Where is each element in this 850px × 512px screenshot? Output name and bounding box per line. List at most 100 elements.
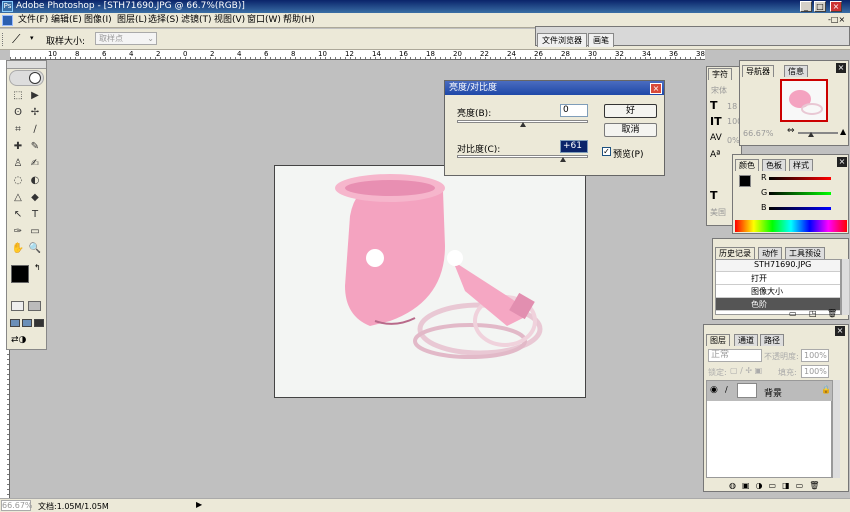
tab-info[interactable]: 信息 bbox=[784, 65, 808, 77]
navigator-zoom-slider[interactable] bbox=[798, 132, 838, 134]
tab-color[interactable]: 颜色 bbox=[735, 159, 759, 171]
font-family-value[interactable]: 宋体 bbox=[711, 85, 727, 96]
move-tool-icon[interactable]: ▶ bbox=[27, 89, 43, 102]
slice-tool-icon[interactable]: ∕ bbox=[27, 123, 43, 136]
tab-history[interactable]: 历史记录 bbox=[715, 247, 755, 259]
history-item-levels[interactable]: 色阶 bbox=[716, 298, 840, 311]
layer-visibility-eye-icon[interactable]: ◉ bbox=[710, 385, 718, 395]
history-snapshot[interactable]: STH71690.JPG bbox=[716, 260, 840, 272]
contrast-slider-thumb[interactable] bbox=[560, 157, 566, 162]
foreground-color-swatch[interactable] bbox=[11, 265, 29, 283]
close-button[interactable]: × bbox=[830, 1, 842, 12]
toolbox-grip[interactable] bbox=[7, 61, 46, 69]
marquee-tool-icon[interactable]: ⬚ bbox=[10, 89, 26, 102]
menu-file[interactable]: 文件(F) bbox=[15, 14, 51, 27]
eraser-tool-icon[interactable]: ◌ bbox=[10, 174, 26, 187]
color-fg-swatch[interactable] bbox=[739, 175, 751, 187]
blue-slider[interactable] bbox=[769, 207, 831, 210]
tab-brushes[interactable]: 画笔 bbox=[588, 33, 614, 47]
language-value[interactable]: 美国 bbox=[710, 207, 726, 218]
tab-tool-presets[interactable]: 工具预设 bbox=[785, 247, 825, 259]
type-tool-icon[interactable]: T bbox=[27, 208, 43, 221]
zoom-out-icon[interactable]: ⇔ bbox=[787, 126, 795, 136]
dialog-close-icon[interactable]: × bbox=[650, 83, 662, 94]
clone-stamp-icon[interactable]: ♙ bbox=[10, 157, 26, 170]
contrast-input[interactable]: +61 bbox=[560, 140, 588, 153]
red-slider[interactable] bbox=[769, 177, 831, 180]
navigator-close-icon[interactable]: × bbox=[836, 63, 846, 73]
brush-tool-icon[interactable]: ✎ bbox=[27, 140, 43, 153]
lock-icons[interactable]: ▢ ∕ ✢ ▣ bbox=[730, 366, 762, 375]
jump-to-imageready-icon[interactable]: ⇄◑ bbox=[11, 335, 41, 346]
menu-help[interactable]: 帮助(H) bbox=[280, 14, 318, 27]
screen-mode-standard-icon[interactable] bbox=[10, 319, 20, 327]
brightness-slider-thumb[interactable] bbox=[520, 122, 526, 127]
photoshop-app-icon[interactable]: Ps bbox=[2, 1, 13, 12]
zoom-tool-icon[interactable]: 🔍 bbox=[27, 242, 43, 255]
dodge-tool-icon[interactable]: ◆ bbox=[27, 191, 43, 204]
tab-actions[interactable]: 动作 bbox=[758, 247, 782, 259]
green-slider[interactable] bbox=[769, 192, 831, 195]
eyedropper-icon[interactable]: ⟋ bbox=[12, 32, 20, 47]
menu-window[interactable]: 窗口(W) bbox=[244, 14, 284, 27]
navigator-zoom-thumb[interactable] bbox=[808, 132, 814, 137]
menu-view[interactable]: 视图(V) bbox=[211, 14, 248, 27]
tab-navigator[interactable]: 导航器 bbox=[742, 65, 774, 77]
cancel-button[interactable]: 取消 bbox=[604, 123, 657, 137]
crop-tool-icon[interactable]: ⌗ bbox=[10, 123, 26, 136]
status-zoom[interactable]: 66.67% bbox=[1, 500, 33, 511]
pen-tool-icon[interactable]: ✑ bbox=[10, 225, 26, 238]
tool-preset-arrow-icon[interactable]: ▾ bbox=[30, 34, 34, 42]
layer-row-background[interactable]: ◉ ∕ 背景 🔒 bbox=[707, 381, 833, 401]
options-grip[interactable] bbox=[2, 33, 6, 46]
standard-mode-icon[interactable] bbox=[11, 301, 24, 311]
document-icon[interactable] bbox=[2, 15, 13, 26]
tab-channels[interactable]: 通道 bbox=[734, 334, 758, 346]
tracking-value[interactable]: 0% bbox=[727, 136, 740, 145]
contrast-slider-track[interactable] bbox=[457, 155, 588, 158]
healing-brush-icon[interactable]: ✚ bbox=[10, 140, 26, 153]
magic-wand-icon[interactable]: ✢ bbox=[27, 106, 43, 119]
history-scrollbar[interactable] bbox=[841, 259, 849, 315]
history-trash-icon[interactable]: 🗑 bbox=[827, 309, 837, 318]
gradient-tool-icon[interactable]: ◐ bbox=[27, 174, 43, 187]
history-brush-icon[interactable]: ✍ bbox=[27, 157, 43, 170]
new-document-icon[interactable]: ◳ bbox=[809, 309, 817, 318]
menu-image[interactable]: 图像(I) bbox=[81, 14, 115, 27]
tab-character[interactable]: 字符 bbox=[708, 68, 732, 80]
ok-button[interactable]: 好 bbox=[604, 104, 657, 118]
zoom-in-icon[interactable]: ▲ bbox=[840, 127, 846, 136]
history-item-image-size[interactable]: 图像大小 bbox=[716, 285, 840, 298]
blend-mode-select[interactable]: 正常 bbox=[708, 349, 762, 362]
color-close-icon[interactable]: × bbox=[837, 157, 847, 167]
new-snapshot-icon[interactable]: ▭ bbox=[789, 309, 797, 318]
adobe-online-icon[interactable] bbox=[9, 70, 44, 86]
document-canvas[interactable] bbox=[274, 165, 586, 398]
navigator-proxy-view[interactable] bbox=[780, 79, 828, 122]
sample-size-select[interactable]: 取样点 ⌄ bbox=[95, 32, 157, 45]
preview-checkbox[interactable]: ✓ bbox=[602, 147, 611, 156]
lasso-tool-icon[interactable]: ʘ bbox=[10, 106, 26, 119]
hand-tool-icon[interactable]: ✋ bbox=[10, 242, 26, 255]
font-size-value[interactable]: 18 bbox=[727, 102, 737, 111]
menu-edit[interactable]: 编辑(E) bbox=[48, 14, 85, 27]
minimize-button[interactable]: _ bbox=[800, 1, 812, 12]
maximize-button[interactable]: □ bbox=[814, 1, 826, 12]
menu-select[interactable]: 选择(S) bbox=[145, 14, 182, 27]
path-selection-icon[interactable]: ↖ bbox=[10, 208, 26, 221]
status-menu-arrow-icon[interactable]: ▶ bbox=[196, 500, 202, 509]
layers-scrollbar[interactable] bbox=[832, 380, 840, 478]
color-ramp[interactable] bbox=[735, 220, 847, 232]
dialog-title-bar[interactable]: 亮度/对比度 bbox=[445, 81, 664, 95]
brightness-input[interactable]: 0 bbox=[560, 104, 588, 117]
blur-tool-icon[interactable]: △ bbox=[10, 191, 26, 204]
doc-window-controls[interactable]: -□× bbox=[828, 15, 845, 24]
quick-mask-icon[interactable] bbox=[28, 301, 41, 311]
menu-filter[interactable]: 滤镜(T) bbox=[178, 14, 215, 27]
tab-swatches[interactable]: 色板 bbox=[762, 159, 786, 171]
navigator-zoom-value[interactable]: 66.67% bbox=[743, 129, 774, 138]
tab-layers[interactable]: 图层 bbox=[706, 334, 730, 346]
layers-close-icon[interactable]: × bbox=[835, 326, 845, 336]
swap-colors-icon[interactable]: ↰ bbox=[34, 263, 41, 272]
layer-action-icons[interactable]: ◍▣◑▭◨▭🗑 bbox=[729, 481, 825, 490]
